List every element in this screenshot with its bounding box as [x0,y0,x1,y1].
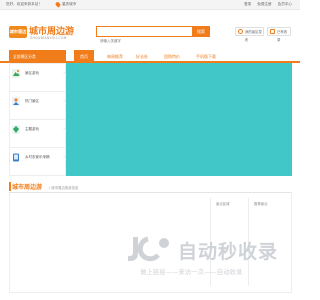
sidebar-item-label: 主题游玩 [25,127,39,131]
included-label: 已有收录 [277,30,288,42]
breadcrumb: / 城市周边旅游信息 [49,186,79,190]
section-title: 城市周边游 [12,184,43,191]
watermark-logo-icon [128,236,169,262]
chevron-right-icon: › [63,98,65,103]
section-accent-bar [9,182,11,191]
theme-icon [12,125,20,134]
column-header-area: 景点区域 [216,202,230,206]
scenic-icon [12,69,20,78]
included-button[interactable]: 已有收录 [267,27,291,42]
chevron-right-icon: › [63,154,65,159]
tab-good-places[interactable]: 好去处 [131,50,153,63]
farm-icon [13,153,19,162]
member-center-link[interactable]: 会员中心 [278,2,292,7]
chevron-right-icon: › [63,126,65,131]
search-box: 搜索 [96,26,210,45]
greeting-text: 您好，欢迎来到本站！ [6,2,42,6]
top-bar: 您好，欢迎来到本站！ 重庆城市 登录 免费注册 会员中心 [0,0,300,10]
tab-home[interactable]: 首页 [74,50,94,63]
sidebar-item-hot[interactable]: 热门景区 › [10,92,67,120]
category-menu-button[interactable]: 全部景区分类 [9,50,66,63]
list-icon [270,29,275,34]
sidebar-item-farm[interactable]: 乡村农家乐采摘 › [10,148,67,176]
chevron-right-icon: › [63,70,65,75]
hero-banner[interactable] [66,63,292,176]
sidebar-item-label: 热门景区 [25,99,39,103]
search-input[interactable] [97,37,187,45]
tab-mobile[interactable]: 手机版下载 [190,50,222,63]
site-logo-badge[interactable]: 城市周边 [9,26,27,38]
submit-scenic-button[interactable]: 我的景区发布 [235,27,264,42]
section-header: 城市周边游 / 城市周边旅游信息 [9,181,292,193]
register-link[interactable]: 免费注册 [257,2,271,7]
category-sidebar: 景区游玩 › 热门景区 › 主题游玩 › 乡村农家乐采摘 › [9,63,67,176]
location-pin-icon [54,1,62,8]
sidebar-item-label: 景区游玩 [25,71,39,75]
hot-scenic-icon [12,97,20,106]
column-header-recommend: 推荐景点 [254,202,268,206]
watermark-title: 自动秒收录 [178,241,279,263]
watermark-subtitle: 做上链接——来访一次——自动收录 [140,268,243,276]
tab-group-buy[interactable]: 团购特价 [158,50,186,63]
submit-scenic-label: 我的景区发布 [245,30,262,42]
site-subtitle: ZHOUBIANYOU.COM [30,36,67,40]
sidebar-item-label: 乡村农家乐采摘 [25,155,50,159]
sidebar-item-theme[interactable]: 主题游玩 › [10,120,67,148]
login-link[interactable]: 登录 [244,2,251,7]
watermark: 自动秒收录 做上链接——来访一次——自动收录 [126,233,296,279]
city-selector[interactable]: 重庆城市 [62,2,76,7]
tab-weekly[interactable]: 每周推荐 [101,50,129,63]
sidebar-item-scenic[interactable]: 景区游玩 › [10,64,67,92]
main-nav: 全部景区分类 首页 每周推荐 好去处 团购特价 手机版下载 [0,50,300,63]
top-links: 登录 免费注册 会员中心 [244,2,292,7]
search-button[interactable]: 搜索 [192,26,210,37]
user-icon [238,29,243,34]
